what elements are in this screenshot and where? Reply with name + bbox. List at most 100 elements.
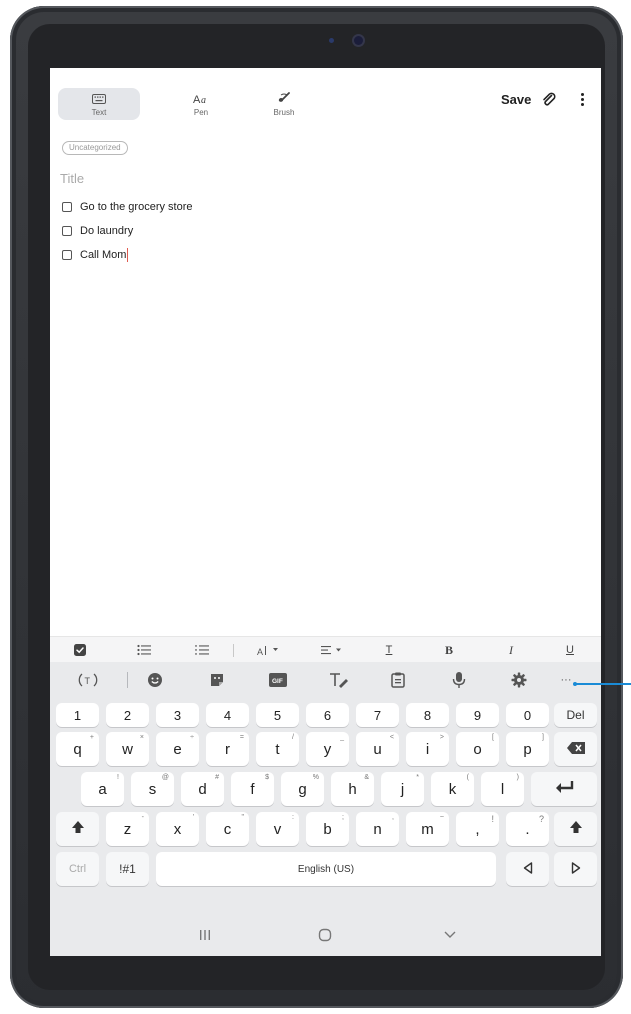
font-size-icon[interactable]: A — [255, 641, 285, 659]
key-f[interactable]: f $ — [231, 772, 274, 806]
enter-key[interactable] — [531, 772, 597, 806]
italic-icon[interactable]: I — [503, 641, 519, 659]
key-i[interactable]: i > — [406, 732, 449, 766]
numbered-list-icon[interactable] — [192, 641, 212, 659]
key-b[interactable]: b; — [306, 812, 349, 846]
title-field[interactable]: Title — [60, 171, 84, 186]
key-9[interactable]: 9 — [456, 703, 499, 727]
emoji-icon[interactable] — [145, 670, 165, 690]
shift-key-right[interactable] — [554, 812, 597, 846]
key-n[interactable]: n, — [356, 812, 399, 846]
key-8[interactable]: 8 — [406, 703, 449, 727]
key-hint: ! — [491, 814, 494, 824]
key-label: a — [98, 780, 107, 798]
svg-text:T: T — [85, 676, 91, 686]
key-k[interactable]: k( — [431, 772, 474, 806]
text-mode-button[interactable]: Text — [58, 88, 140, 120]
more-icon[interactable]: ··· — [556, 670, 576, 690]
key-label: h — [348, 780, 357, 798]
brush-mode-button[interactable]: Brush — [243, 88, 325, 120]
translate-icon[interactable]: T — [77, 670, 99, 690]
key-x[interactable]: x ' — [156, 812, 199, 846]
key-d[interactable]: d # — [181, 772, 224, 806]
key-2[interactable]: 2 — [106, 703, 149, 727]
key-label: j — [400, 780, 405, 798]
settings-icon[interactable] — [508, 670, 530, 690]
key-hint: & — [364, 774, 369, 781]
key-1[interactable]: 1 — [56, 703, 99, 727]
front-camera — [354, 36, 363, 45]
todo-item[interactable]: Go to the grocery store — [62, 195, 193, 219]
left-arrow-key[interactable] — [506, 852, 549, 886]
pen-mode-button[interactable]: Aa Pen — [160, 88, 242, 120]
key-p[interactable]: p] — [506, 732, 549, 766]
todo-list: Go to the grocery store Do laundry Call … — [62, 195, 193, 267]
todo-checkbox[interactable] — [62, 226, 72, 236]
key-s[interactable]: s @ — [131, 772, 174, 806]
key-0[interactable]: 0 — [506, 703, 549, 727]
key-u[interactable]: u < — [356, 732, 399, 766]
key-hint: , — [392, 814, 394, 821]
key-g[interactable]: g% — [281, 772, 324, 806]
save-button[interactable]: Save — [501, 92, 531, 107]
sticker-icon[interactable] — [207, 670, 227, 690]
gif-icon[interactable]: GIF — [267, 670, 289, 690]
key-h[interactable]: h & — [331, 772, 374, 806]
symbols-key[interactable]: !#1 — [106, 852, 149, 886]
key-label: l — [500, 780, 505, 798]
handwriting-icon[interactable] — [328, 670, 350, 690]
key-m[interactable]: m ~ — [406, 812, 449, 846]
recents-icon[interactable] — [196, 926, 214, 944]
shift-key-left[interactable] — [56, 812, 99, 846]
key-q[interactable]: q + — [56, 732, 99, 766]
key-4[interactable]: 4 — [206, 703, 249, 727]
key-3[interactable]: 3 — [156, 703, 199, 727]
key-o[interactable]: o[ — [456, 732, 499, 766]
key-v[interactable]: v: — [256, 812, 299, 846]
hide-keyboard-icon[interactable] — [441, 926, 459, 944]
clipboard-icon[interactable] — [388, 670, 408, 690]
key-w[interactable]: w × — [106, 732, 149, 766]
text-color-icon[interactable]: T — [381, 641, 397, 659]
bulleted-list-icon[interactable] — [134, 641, 154, 659]
backspace-key[interactable] — [554, 732, 597, 766]
key-r[interactable]: r = — [206, 732, 249, 766]
todo-text[interactable]: Go to the grocery store — [80, 201, 193, 213]
microphone-icon[interactable] — [449, 670, 469, 690]
key-comma[interactable]: ,! — [456, 812, 499, 846]
todo-item[interactable]: Call Mom — [62, 243, 193, 267]
key-j[interactable]: j * — [381, 772, 424, 806]
key-e[interactable]: e ÷ — [156, 732, 199, 766]
home-icon[interactable] — [316, 926, 334, 944]
align-icon[interactable] — [319, 641, 349, 659]
ctrl-key[interactable]: Ctrl — [56, 852, 99, 886]
checkbox-icon[interactable] — [71, 641, 89, 659]
category-chip[interactable]: Uncategorized — [62, 141, 128, 155]
key-c[interactable]: c " — [206, 812, 249, 846]
key-label: s — [148, 780, 157, 798]
key-l[interactable]: l) — [481, 772, 524, 806]
attach-icon[interactable] — [541, 92, 557, 108]
space-bar[interactable]: English (US) — [156, 852, 496, 886]
key-z[interactable]: z- — [106, 812, 149, 846]
more-options-icon[interactable] — [579, 93, 585, 109]
key-5[interactable]: 5 — [256, 703, 299, 727]
key-hint: $ — [265, 774, 269, 781]
key-period[interactable]: .? — [506, 812, 549, 846]
todo-text[interactable]: Do laundry — [80, 225, 133, 237]
todo-item[interactable]: Do laundry — [62, 219, 193, 243]
key-t[interactable]: t / — [256, 732, 299, 766]
todo-checkbox[interactable] — [62, 202, 72, 212]
callout-line — [575, 683, 631, 685]
key-a[interactable]: a! — [81, 772, 124, 806]
key-label: u — [373, 740, 382, 758]
todo-checkbox[interactable] — [62, 250, 72, 260]
key-6[interactable]: 6 — [306, 703, 349, 727]
del-key[interactable]: Del — [554, 703, 597, 727]
key-7[interactable]: 7 — [356, 703, 399, 727]
underline-icon[interactable]: U — [562, 641, 578, 659]
key-y[interactable]: y _ — [306, 732, 349, 766]
bold-icon[interactable]: B — [441, 641, 457, 659]
todo-text[interactable]: Call Mom — [80, 249, 126, 261]
right-arrow-key[interactable] — [554, 852, 597, 886]
